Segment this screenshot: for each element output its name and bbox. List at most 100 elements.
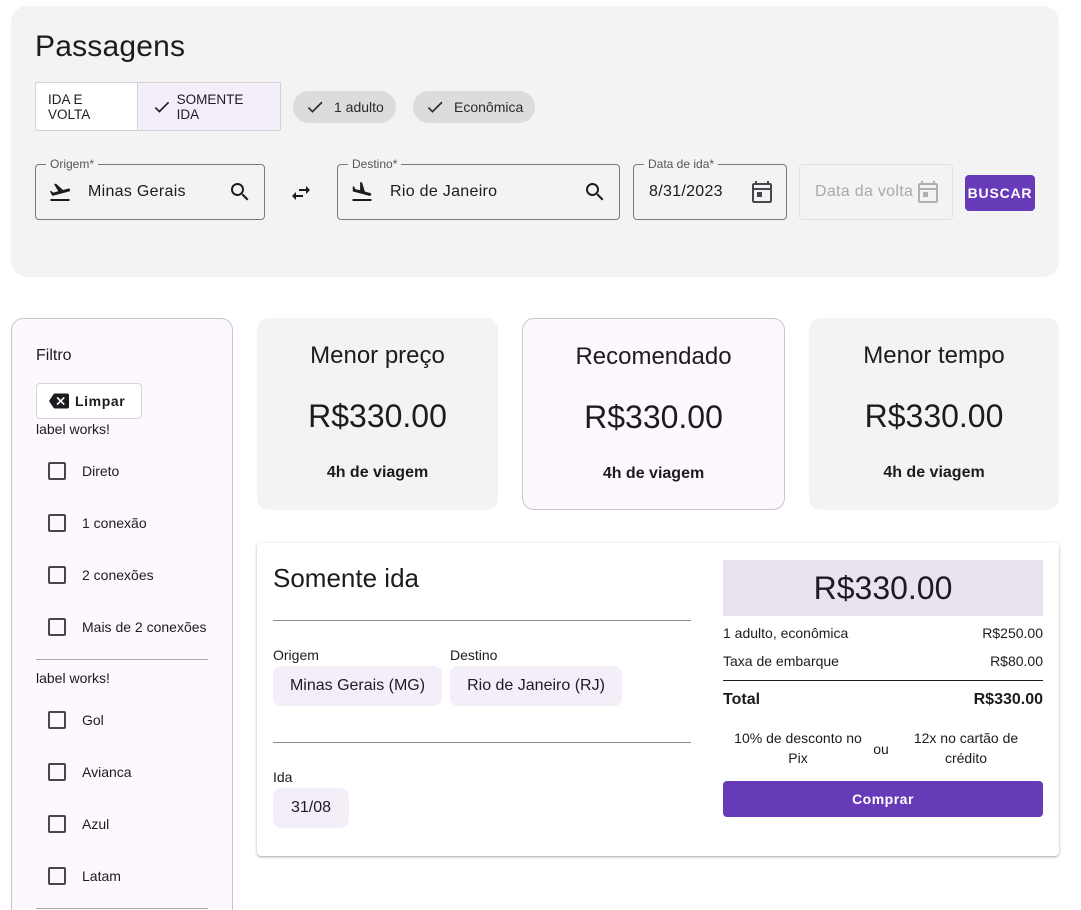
buy-button[interactable]: Comprar xyxy=(723,781,1043,817)
destination-chip: Rio de Janeiro (RJ) xyxy=(450,666,622,706)
search-icon[interactable] xyxy=(583,180,607,204)
filter-option-mais-de-2[interactable]: Mais de 2 conexões xyxy=(48,618,207,636)
checkbox[interactable] xyxy=(48,815,66,833)
recommended-card[interactable]: Recomendado R$330.00 4h de viagem xyxy=(522,318,785,510)
return-date-field: Data da volta xyxy=(799,164,953,220)
backspace-icon xyxy=(49,393,69,409)
total-row: Total R$330.00 xyxy=(723,691,1043,709)
flight-title: Somente ida xyxy=(273,563,419,593)
trip-type-toggle: IDA E VOLTA SOMENTE IDA xyxy=(35,82,281,131)
check-icon xyxy=(427,101,443,113)
round-trip-button[interactable]: IDA E VOLTA xyxy=(36,83,138,130)
checkbox[interactable] xyxy=(48,462,66,480)
filter-option-label: Mais de 2 conexões xyxy=(82,619,207,635)
total-value: R$330.00 xyxy=(973,691,1043,708)
check-icon xyxy=(307,101,323,113)
ida-label: Ida xyxy=(273,769,293,785)
origin-label: Origem xyxy=(273,647,319,663)
price-row-value: R$80.00 xyxy=(990,653,1043,669)
filter-option-1-conexao[interactable]: 1 conexão xyxy=(48,514,147,532)
divider xyxy=(273,742,691,743)
page-title: Passagens xyxy=(35,30,186,63)
check-icon xyxy=(154,101,170,113)
search-panel: Passagens IDA E VOLTA SOMENTE IDA 1 adul… xyxy=(11,6,1059,277)
search-button[interactable]: BUSCAR xyxy=(965,175,1035,211)
filter-divider xyxy=(36,659,208,660)
filter-title: Filtro xyxy=(36,347,72,364)
destination-label: Destino* xyxy=(348,157,402,171)
clear-filters-button[interactable]: Limpar xyxy=(36,383,142,419)
origin-field[interactable]: Origem* Minas Gerais xyxy=(35,157,265,220)
card-duration: 4h de viagem xyxy=(883,464,985,481)
pix-discount: 10% de desconto no Pix xyxy=(734,730,862,766)
filter-option-label: Gol xyxy=(82,712,104,728)
total-label: Total xyxy=(723,691,761,708)
filter-option-gol[interactable]: Gol xyxy=(48,711,104,729)
card-title: Recomendado xyxy=(575,343,732,370)
filter-option-label: Latam xyxy=(82,868,121,884)
one-way-button[interactable]: SOMENTE IDA xyxy=(138,83,280,130)
total-price-banner: R$330.00 xyxy=(723,560,1043,616)
filter-divider xyxy=(36,908,208,909)
destination-field[interactable]: Destino* Rio de Janeiro xyxy=(337,157,620,220)
card-duration: 4h de viagem xyxy=(602,465,705,482)
card-price: R$330.00 xyxy=(308,398,447,434)
search-icon[interactable] xyxy=(228,180,252,204)
flight-detail-card: Somente ida Origem Destino Minas Gerais … xyxy=(257,543,1059,856)
ida-date-chip: 31/08 xyxy=(273,788,349,828)
card-price: R$330.00 xyxy=(584,399,723,435)
filter-group-label: label works! xyxy=(36,421,110,437)
destination-input[interactable]: Rio de Janeiro xyxy=(390,183,497,201)
depart-date-label: Data de ida* xyxy=(644,157,719,171)
filter-option-latam[interactable]: Latam xyxy=(48,867,121,885)
filter-group-label: label works! xyxy=(36,670,110,686)
depart-date-input[interactable]: 8/31/2023 xyxy=(649,183,723,201)
class-chip[interactable]: Econômica xyxy=(413,91,536,123)
card-title: Menor tempo xyxy=(863,342,1005,369)
price-row: 1 adulto, econômica R$250.00 xyxy=(723,625,1043,641)
filter-option-azul[interactable]: Azul xyxy=(48,815,109,833)
card-title: Menor preço xyxy=(310,342,445,369)
checkbox[interactable] xyxy=(48,711,66,729)
destination-label: Destino xyxy=(450,647,498,663)
price-row: Taxa de embarque R$80.00 xyxy=(723,653,1043,669)
passengers-chip-label: 1 adulto xyxy=(334,99,384,115)
passengers-chip[interactable]: 1 adulto xyxy=(293,91,396,123)
checkbox[interactable] xyxy=(48,566,66,584)
calendar-icon xyxy=(918,181,938,203)
class-chip-label: Econômica xyxy=(454,99,524,115)
checkbox[interactable] xyxy=(48,514,66,532)
origin-label: Origem* xyxy=(46,157,99,171)
flight-land-icon xyxy=(352,182,372,201)
swap-icon[interactable] xyxy=(289,181,313,205)
return-date-input: Data da volta xyxy=(815,183,914,200)
filter-option-avianca[interactable]: Avianca xyxy=(48,763,132,781)
checkbox[interactable] xyxy=(48,618,66,636)
filter-sidebar: Filtro Limpar label works! Direto 1 cone… xyxy=(11,318,233,910)
installments-info: 12x no cartão de crédito xyxy=(913,730,1019,766)
filter-option-direto[interactable]: Direto xyxy=(48,462,119,480)
filter-option-label: 2 conexões xyxy=(82,567,154,583)
checkbox[interactable] xyxy=(48,763,66,781)
card-duration: 4h de viagem xyxy=(326,464,429,481)
price-row-label: Taxa de embarque xyxy=(723,653,839,669)
depart-date-field[interactable]: Data de ida* 8/31/2023 xyxy=(633,157,787,220)
checkbox[interactable] xyxy=(48,867,66,885)
one-way-label: SOMENTE IDA xyxy=(176,91,244,122)
filter-option-label: 1 conexão xyxy=(82,515,147,531)
origin-input[interactable]: Minas Gerais xyxy=(88,183,186,201)
total-divider xyxy=(723,680,1043,681)
or-label: ou xyxy=(873,741,889,757)
card-price: R$330.00 xyxy=(864,398,1004,434)
filter-option-label: Direto xyxy=(82,463,120,479)
flight-takeoff-icon xyxy=(49,183,71,201)
origin-chip: Minas Gerais (MG) xyxy=(273,666,442,706)
filter-option-label: Avianca xyxy=(82,764,132,780)
fastest-card[interactable]: Menor tempo R$330.00 4h de viagem xyxy=(809,318,1059,510)
divider xyxy=(273,620,691,621)
calendar-icon[interactable] xyxy=(750,180,774,204)
cheapest-card[interactable]: Menor preço R$330.00 4h de viagem xyxy=(257,318,498,510)
filter-option-label: Azul xyxy=(82,816,110,832)
price-row-value: R$250.00 xyxy=(982,625,1043,641)
filter-option-2-conexoes[interactable]: 2 conexões xyxy=(48,566,154,584)
